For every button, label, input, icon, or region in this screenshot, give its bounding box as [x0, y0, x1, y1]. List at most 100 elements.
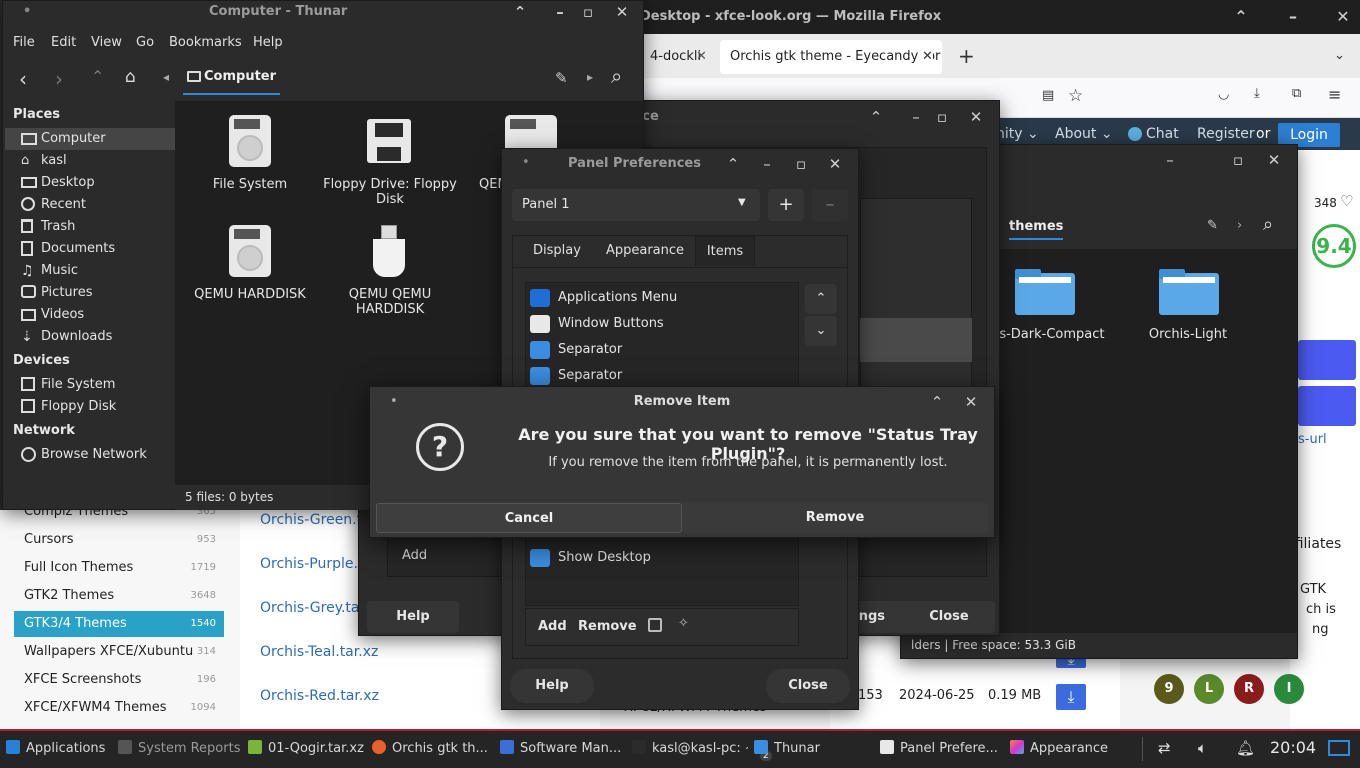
file-label[interactable]: File System [175, 177, 325, 192]
remove-panel-button[interactable]: – [812, 189, 848, 221]
close-icon[interactable]: ✕ [1332, 6, 1354, 28]
nav-about-link[interactable]: About ⌄ [1055, 126, 1113, 142]
sidebar-item-downloads[interactable]: ⇣ Downloads [5, 326, 175, 348]
nav-register-link[interactable]: Register [1197, 126, 1255, 142]
nav-chat-link[interactable]: Chat [1146, 126, 1179, 142]
category-item[interactable]: GTK2 Themes 3648 [14, 583, 224, 609]
help-button[interactable]: Help [510, 669, 594, 703]
file-label[interactable]: Floppy Drive: Floppy Disk [315, 177, 465, 207]
harddisk-icon[interactable] [229, 225, 271, 277]
user-avatar[interactable]: I [1274, 674, 1304, 704]
minimize-icon[interactable]: – [549, 1, 571, 23]
list-item[interactable]: Applications Menu [526, 285, 796, 311]
taskbar-item[interactable]: Orchis gtk th... [372, 740, 492, 756]
close-button[interactable]: Close [903, 601, 995, 633]
close-icon[interactable]: ✕ [1263, 149, 1285, 171]
sidebar-item-documents[interactable]: Documents [5, 238, 175, 260]
maximize-icon[interactable]: ⌃ [722, 153, 744, 175]
file-link[interactable]: Orchis-Purple.t [260, 556, 363, 572]
category-item[interactable]: Cursors 953 [14, 527, 224, 553]
reader-view-icon[interactable]: ▤ [1042, 88, 1054, 103]
edit-location-icon[interactable]: ✎ [1207, 218, 1218, 233]
taskbar-item[interactable]: Thunar [754, 740, 864, 756]
restore-icon[interactable]: ▫ [790, 153, 812, 175]
selected-theme-row[interactable] [860, 318, 972, 362]
downloads-icon[interactable]: ⤓ [1254, 86, 1260, 101]
file-link[interactable]: Orchis-Grey.tar [260, 600, 365, 616]
sidebar-item-file-system[interactable]: File System [5, 374, 175, 396]
file-link[interactable]: Orchis-Teal.tar.xz [260, 644, 378, 660]
extensions-icon[interactable]: ⧉ [1292, 86, 1301, 101]
help-button[interactable]: Help [367, 601, 459, 633]
sidebar-item-computer[interactable]: Computer [5, 128, 175, 150]
sidebar-item-pictures[interactable]: Pictures [5, 282, 175, 304]
install-button[interactable] [1298, 386, 1356, 426]
back-icon[interactable]: ‹ [19, 67, 27, 91]
location-button[interactable]: themes [1009, 219, 1064, 240]
bookmark-star-icon[interactable]: ☆ [1068, 86, 1083, 106]
move-up-button[interactable]: ⌃ [805, 284, 837, 314]
minimize-icon[interactable]: – [756, 153, 778, 175]
file-link[interactable]: Orchis-Green.ta [260, 512, 371, 528]
taskbar-item[interactable]: System Reports [118, 740, 244, 756]
taskbar-item[interactable]: Software Man... [500, 740, 628, 756]
category-item-active[interactable]: GTK3/4 Themes 1540 [14, 611, 224, 637]
close-icon[interactable]: ✕ [824, 153, 846, 175]
category-item[interactable]: XFCE Screenshots 196 [14, 667, 224, 693]
category-item[interactable]: Full Icon Themes 1719 [14, 555, 224, 581]
maximize-icon[interactable]: ⌃ [926, 391, 948, 413]
search-icon[interactable]: ⌕ [611, 64, 622, 88]
window-menu-icon[interactable]: • [23, 4, 31, 19]
file-label[interactable]: QEMU HARDDISK [175, 287, 325, 302]
sidebar-item-videos[interactable]: Videos [5, 304, 175, 326]
close-tab-icon[interactable]: ✕ [696, 49, 707, 64]
chevron-left-icon[interactable]: ◂ [163, 70, 169, 84]
maximize-icon[interactable]: ⌃ [509, 1, 531, 23]
close-icon[interactable]: ✕ [960, 391, 982, 413]
close-tab-icon[interactable]: ✕ [922, 49, 933, 64]
minimize-icon[interactable]: – [905, 106, 927, 128]
list-item[interactable]: Window Buttons [526, 311, 796, 337]
list-item[interactable]: Show Desktop [526, 545, 796, 571]
usb-drive-icon[interactable] [373, 225, 405, 277]
close-icon[interactable]: ✕ [611, 1, 633, 23]
url-link[interactable]: s-url [1298, 432, 1327, 447]
chevron-right-icon[interactable]: › [1237, 218, 1242, 233]
user-avatar[interactable]: L [1194, 674, 1224, 704]
search-icon[interactable]: ⌕ [1263, 214, 1273, 235]
maximize-icon[interactable]: ⌃ [865, 106, 887, 128]
show-desktop-icon[interactable] [1328, 740, 1350, 756]
harddisk-icon[interactable] [229, 115, 271, 167]
menu-edit[interactable]: Edit [51, 35, 76, 50]
menu-file[interactable]: File [13, 35, 35, 50]
edit-location-icon[interactable]: ✎ [555, 69, 568, 87]
tab-appearance[interactable]: Appearance [597, 236, 693, 266]
tab-display[interactable]: Display [521, 236, 593, 266]
tab-list-icon[interactable]: ⌄ [1334, 48, 1345, 63]
restore-icon[interactable]: ▫ [577, 1, 599, 23]
close-icon[interactable]: ✕ [965, 106, 987, 128]
volume-icon[interactable]: 🔈︎ [1198, 739, 1207, 757]
taskbar-item-active[interactable]: Panel Prefere... [880, 740, 1004, 756]
minimize-icon[interactable]: – [1159, 149, 1181, 171]
sidebar-item-trash[interactable]: Trash [5, 216, 175, 238]
forward-icon[interactable]: › [55, 67, 63, 91]
edit-item-icon[interactable] [648, 618, 662, 632]
category-item[interactable]: XFCE/XFWM4 Themes 1094 [14, 695, 224, 721]
close-button[interactable]: Close [766, 669, 850, 703]
menu-icon[interactable]: ≡ [1328, 85, 1341, 104]
heart-icon[interactable]: ♡ [1340, 192, 1353, 210]
home-icon[interactable]: ⌂ [125, 67, 136, 87]
menu-bookmarks[interactable]: Bookmarks [169, 35, 242, 50]
taskbar-item[interactable]: 01-Qogir.tar.xz [248, 740, 368, 756]
list-item[interactable]: Separator [526, 337, 796, 363]
restore-icon[interactable]: ▫ [931, 106, 953, 128]
location-button[interactable]: Computer [183, 67, 281, 95]
menu-view[interactable]: View [91, 35, 122, 50]
minimize-icon[interactable]: – [1282, 6, 1304, 28]
add-button[interactable]: Add [402, 548, 427, 563]
add-item-button[interactable]: Add [538, 619, 567, 634]
menu-help[interactable]: Help [253, 35, 283, 50]
file-label[interactable]: QEMU QEMU HARDDISK [315, 287, 465, 317]
folder-icon[interactable] [1015, 267, 1075, 315]
